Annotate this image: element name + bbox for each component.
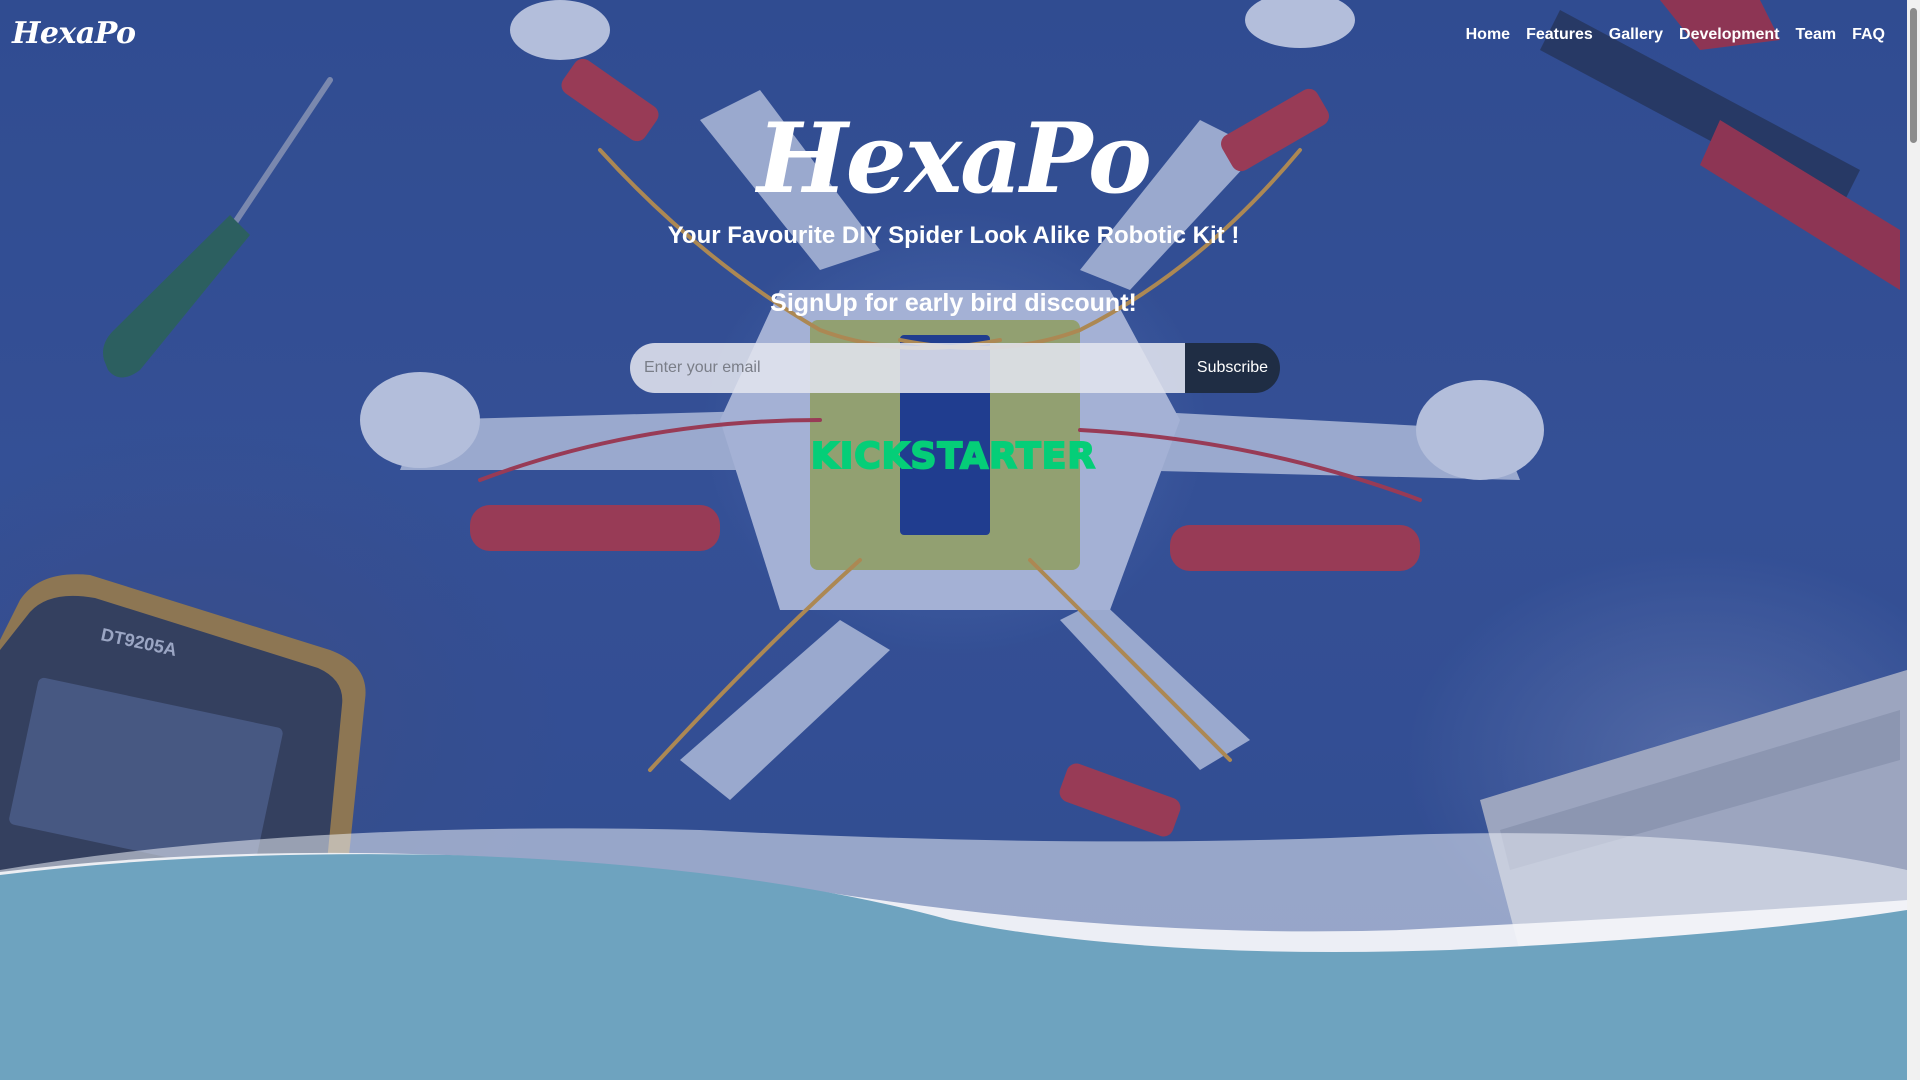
nav-features-link[interactable]: Features (1526, 26, 1593, 44)
brand-logo[interactable]: HexaPo (12, 16, 136, 51)
wave-divider (0, 828, 1907, 1080)
email-input[interactable] (630, 343, 1185, 393)
landing-page: DT9205A HexaPo Home Features Gallery Dev… (0, 0, 1920, 1080)
nav-home-link[interactable]: Home (1466, 26, 1510, 44)
signup-prompt: SignUp for early bird discount! (770, 289, 1137, 317)
subscribe-button[interactable]: Subscribe (1185, 343, 1280, 393)
scrollbar-thumb[interactable] (1910, 8, 1917, 143)
nav-links: Home Features Gallery Development Team F… (1466, 26, 1885, 44)
nav-development-link[interactable]: Development (1679, 26, 1779, 44)
kickstarter-logo[interactable]: KICKSTARTER (0, 435, 1907, 478)
nav-faq-link[interactable]: FAQ (1852, 26, 1885, 44)
nav-team-link[interactable]: Team (1796, 26, 1837, 44)
nav-gallery-link[interactable]: Gallery (1609, 26, 1663, 44)
navbar: HexaPo Home Features Gallery Development… (0, 0, 1907, 76)
page-scrollbar[interactable] (1907, 0, 1920, 1080)
hero-title: HexaPo (757, 102, 1152, 215)
subscribe-form: Subscribe (630, 343, 1280, 393)
hero-subtitle: Your Favourite DIY Spider Look Alike Rob… (667, 222, 1240, 249)
